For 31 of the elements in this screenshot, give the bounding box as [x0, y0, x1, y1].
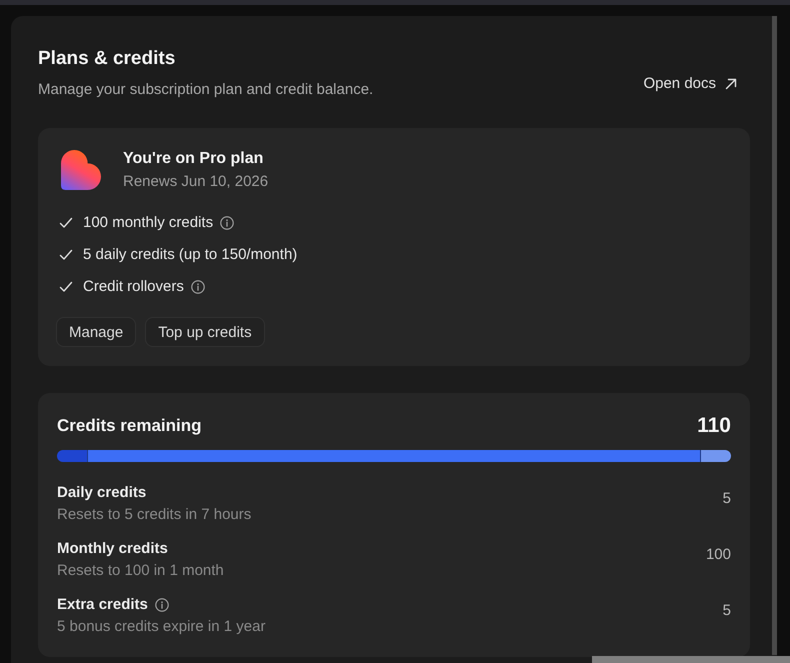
page-title: Plans & credits [38, 47, 176, 71]
check-icon [59, 248, 73, 262]
scrollbar-thumb[interactable] [772, 16, 777, 655]
plan-action-button[interactable]: Top up credits [145, 317, 265, 347]
credits-total: 110 [697, 414, 731, 438]
open-docs-link[interactable]: Open docs [630, 68, 750, 100]
credit-type-detail: Resets to 5 credits in 7 hours [57, 505, 252, 525]
info-icon[interactable] [190, 280, 205, 294]
credit-type-detail: Resets to 100 in 1 month [57, 561, 224, 581]
heart-logo-icon [61, 150, 101, 190]
credit-type-name: Daily credits [57, 483, 146, 503]
renewal-date: Renews Jun 10, 2026 [123, 172, 268, 192]
credit-type-value: 5 [722, 489, 731, 509]
check-icon [59, 280, 73, 294]
credit-type-detail: 5 bonus credits expire in 1 year [57, 617, 266, 637]
feature-text: 100 monthly credits [83, 213, 214, 233]
credit-type-name: Monthly credits [57, 539, 168, 559]
feature-text: Credit rollovers [83, 277, 184, 297]
info-icon[interactable] [220, 216, 234, 230]
check-icon [59, 216, 73, 230]
plan-title: You're on Pro plan [123, 149, 264, 169]
feature-text: 5 daily credits (up to 150/month) [83, 245, 298, 265]
plan-action-button[interactable]: Manage [56, 317, 136, 347]
arrow-up-right-icon [725, 78, 737, 90]
credits-title: Credits remaining [57, 415, 202, 437]
page-subtitle: Manage your subscription plan and credit balance. [38, 80, 374, 100]
credit-type-value: 100 [706, 545, 731, 565]
scrollbar-thumb[interactable] [592, 656, 790, 663]
credit-type-value: 5 [722, 601, 731, 621]
info-icon[interactable] [154, 598, 169, 612]
credit-type-name: Extra credits [57, 595, 148, 615]
